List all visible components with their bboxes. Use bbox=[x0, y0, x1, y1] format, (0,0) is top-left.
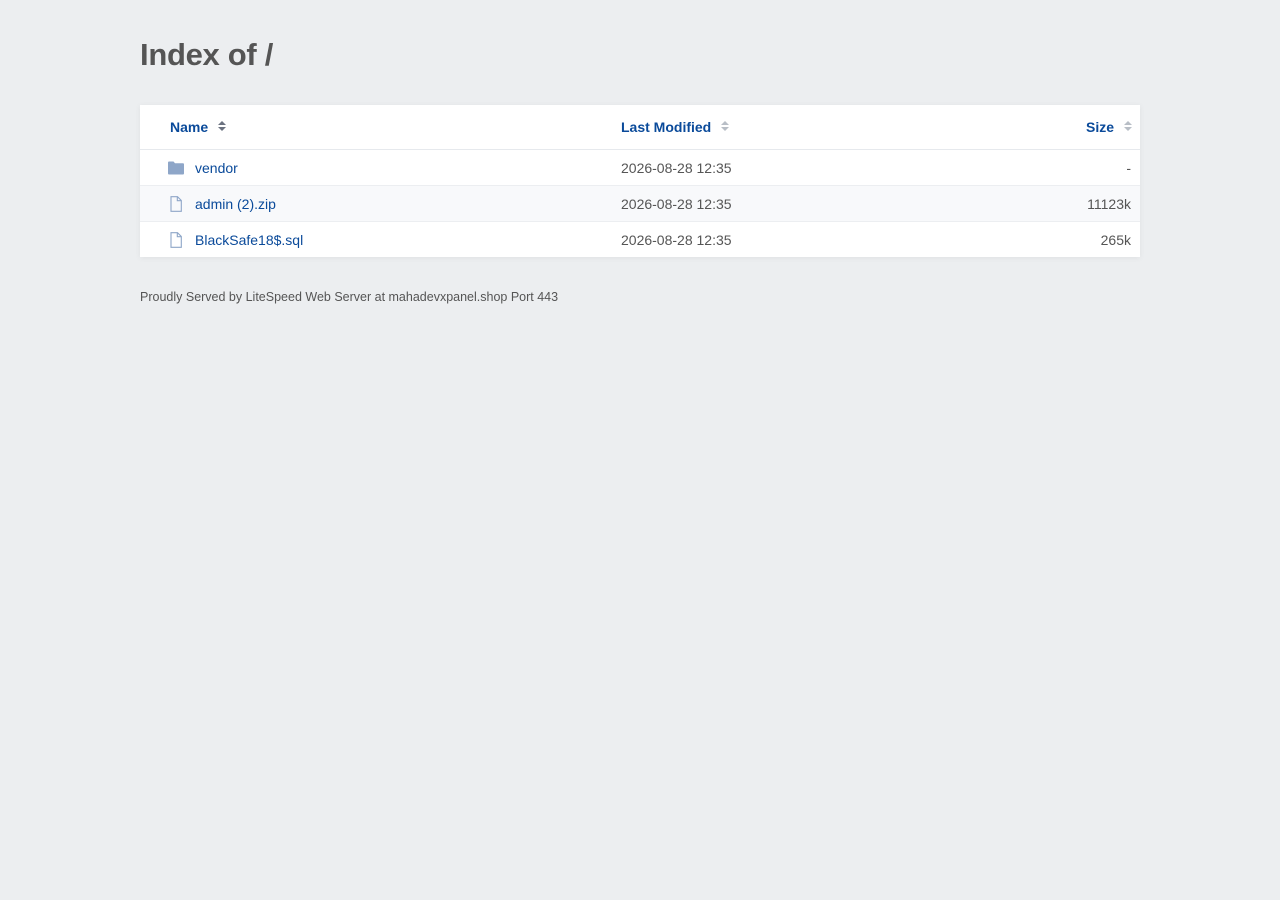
table-row: vendor 2026-08-28 12:35 - bbox=[140, 150, 1140, 186]
modified-column-label: Last Modified bbox=[621, 119, 712, 135]
sort-arrows-icon bbox=[1124, 121, 1132, 133]
sort-arrows-icon bbox=[218, 121, 227, 133]
table-row: BlackSafe18$.sql 2026-08-28 12:35 265k bbox=[140, 222, 1140, 257]
file-icon bbox=[168, 232, 184, 248]
size-column-label: Size bbox=[1085, 119, 1114, 135]
sort-by-name-header[interactable]: Name bbox=[170, 119, 227, 135]
file-link[interactable]: BlackSafe18$.sql bbox=[195, 232, 303, 248]
server-footer: Proudly Served by LiteSpeed Web Server a… bbox=[140, 290, 559, 304]
sort-by-size-header[interactable]: Size bbox=[1086, 119, 1132, 135]
table-row: admin (2).zip 2026-08-28 12:35 11123k bbox=[140, 186, 1140, 222]
file-link[interactable]: vendor bbox=[195, 160, 238, 176]
last-modified-value: 2026-08-28 12:35 bbox=[621, 196, 732, 212]
page-title: Index of / bbox=[140, 37, 274, 72]
last-modified-value: 2026-08-28 12:35 bbox=[621, 160, 732, 176]
file-listing-table: Name Last Modified Size vendor 2026-08-2… bbox=[140, 105, 1140, 257]
size-value: 265k bbox=[1100, 232, 1131, 248]
folder-icon bbox=[168, 160, 184, 176]
sort-by-modified-header[interactable]: Last Modified bbox=[621, 119, 730, 135]
size-value: 11123k bbox=[1087, 196, 1131, 212]
table-header: Name Last Modified Size bbox=[140, 105, 1140, 150]
size-value: - bbox=[1126, 160, 1131, 176]
sort-arrows-icon bbox=[721, 121, 730, 133]
file-icon bbox=[168, 196, 184, 212]
last-modified-value: 2026-08-28 12:35 bbox=[621, 232, 732, 248]
name-column-label: Name bbox=[170, 119, 209, 135]
file-link[interactable]: admin (2).zip bbox=[195, 196, 276, 212]
